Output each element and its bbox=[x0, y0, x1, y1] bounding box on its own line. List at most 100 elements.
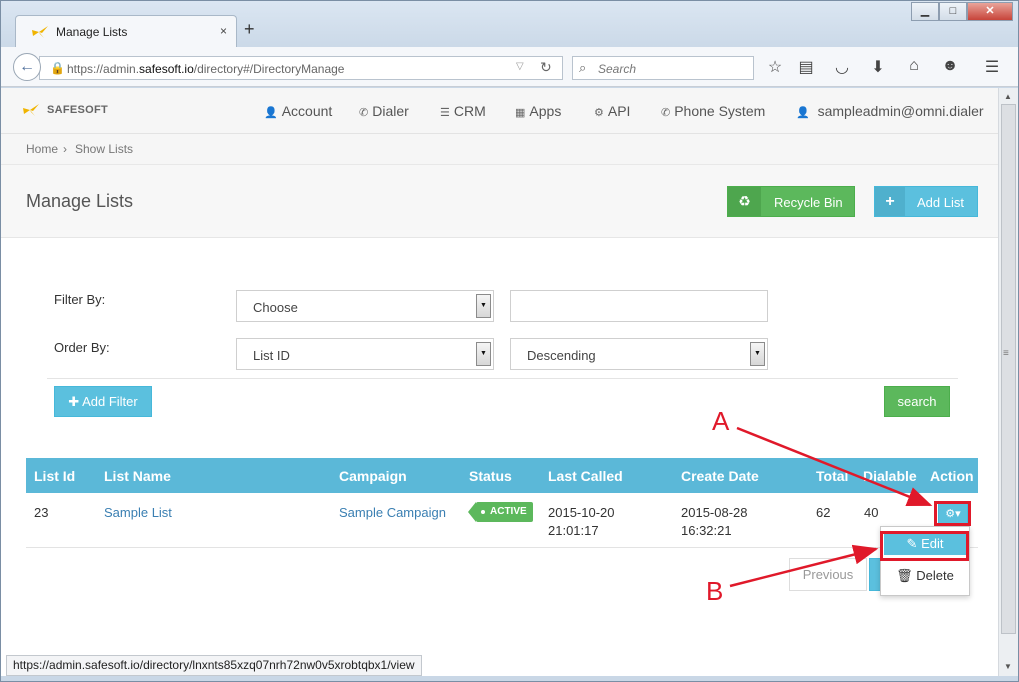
nav-phone-system[interactable]: ✆ Phone System bbox=[661, 103, 765, 119]
nav-crm[interactable]: ☰ CRM bbox=[440, 103, 486, 119]
browser-toolbar: 🔒 https://admin.safesoft.io/directory#/D… bbox=[1, 47, 1018, 87]
download-icon[interactable]: ⬇ bbox=[867, 57, 889, 77]
col-total[interactable]: Total bbox=[816, 468, 848, 484]
scrollbar-grip-icon: ≡ bbox=[1003, 348, 1009, 359]
cell-total: 62 bbox=[816, 505, 831, 520]
trash-icon: 🗑 bbox=[896, 568, 913, 583]
reload-icon[interactable]: ↻ bbox=[540, 59, 552, 76]
grid-icon: ▦ bbox=[515, 107, 526, 119]
page-viewport: SAFESOFT 👤 Account ✆ Dialer ☰ CRM ▦ Apps ⚙ AP… bbox=[1, 88, 998, 676]
home-icon[interactable]: ⌂ bbox=[903, 57, 925, 75]
breadcrumb: Home › Show Lists bbox=[1, 134, 998, 165]
user-icon: 👤 bbox=[264, 107, 278, 119]
highlight-edit-item bbox=[880, 531, 969, 561]
filter-by-label: Filter By: bbox=[54, 292, 106, 307]
status-badge: ACTIVE bbox=[468, 502, 533, 522]
plus-icon: ✚ bbox=[68, 394, 80, 409]
new-tab-button[interactable]: + bbox=[244, 20, 255, 38]
filter-divider bbox=[47, 378, 958, 379]
col-create-date[interactable]: Create Date bbox=[681, 468, 759, 484]
filter-value-input[interactable] bbox=[510, 290, 768, 322]
callout-a: A bbox=[712, 406, 730, 436]
safesoft-logo-icon bbox=[32, 26, 48, 38]
campaign-link[interactable]: Sample Campaign bbox=[339, 504, 446, 522]
scroll-up-icon[interactable]: ▲ bbox=[1004, 92, 1012, 101]
cell-create-date: 2015-08-28 16:32:21 bbox=[681, 505, 748, 538]
cell-list-id: 23 bbox=[34, 505, 49, 520]
chevron-down-icon: ▼ bbox=[476, 342, 491, 366]
gear-icon: ⚙ bbox=[594, 107, 604, 119]
app-navbar: SAFESOFT 👤 Account ✆ Dialer ☰ CRM ▦ Apps ⚙ AP… bbox=[1, 88, 998, 134]
pocket-icon[interactable]: ◡ bbox=[831, 57, 853, 77]
list-icon: ☰ bbox=[440, 107, 450, 119]
nav-apps[interactable]: ▦ Apps bbox=[515, 103, 561, 119]
recycle-icon: ♻ bbox=[728, 187, 761, 216]
browser-window: Manage Lists × + ▁ □ ✕ 🔒 https://admin.s… bbox=[0, 0, 1019, 682]
reading-list-icon[interactable]: ▤ bbox=[795, 57, 817, 77]
user-icon: 👤 bbox=[796, 107, 810, 119]
list-name-link[interactable]: Sample List bbox=[104, 504, 172, 522]
add-list-button[interactable]: + Add List bbox=[874, 186, 978, 217]
col-list-name[interactable]: List Name bbox=[104, 468, 171, 484]
order-direction-select[interactable]: Descending ▼ bbox=[510, 338, 768, 370]
minimize-button[interactable]: ▁ bbox=[911, 2, 939, 21]
lock-icon: 🔒 bbox=[50, 61, 65, 75]
scroll-down-icon[interactable]: ▼ bbox=[1004, 662, 1012, 671]
bookmark-star-icon[interactable]: ☆ bbox=[764, 57, 786, 77]
smiley-icon[interactable]: ☻ bbox=[939, 57, 961, 75]
plus-icon: + bbox=[875, 187, 905, 216]
order-by-label: Order By: bbox=[54, 340, 110, 355]
filter-by-select[interactable]: Choose ▼ bbox=[236, 290, 494, 322]
delete-menu-item[interactable]: 🗑 Delete bbox=[881, 568, 969, 584]
phone-icon: ✆ bbox=[661, 107, 671, 119]
search-icon: ⌕ bbox=[579, 60, 587, 75]
browser-search-input[interactable]: ⌕ Search bbox=[572, 56, 754, 80]
vertical-scrollbar[interactable]: ▲ ≡ ▼ bbox=[998, 88, 1018, 676]
col-list-id[interactable]: List Id bbox=[34, 468, 75, 484]
cell-last-called: 2015-10-20 21:01:17 bbox=[548, 505, 615, 538]
tab-close-icon[interactable]: × bbox=[220, 24, 227, 38]
nav-dialer[interactable]: ✆ Dialer bbox=[359, 103, 409, 119]
back-button[interactable]: ← bbox=[13, 53, 41, 81]
pager-previous-button[interactable]: Previous bbox=[789, 558, 867, 591]
nav-account[interactable]: 👤 Account bbox=[264, 103, 332, 119]
browser-tab[interactable]: Manage Lists × bbox=[15, 15, 237, 47]
page-header: Manage Lists ♻ Recycle Bin + Add List bbox=[1, 165, 998, 238]
scrollbar-thumb[interactable] bbox=[1001, 104, 1016, 634]
breadcrumb-home[interactable]: Home bbox=[26, 142, 58, 156]
nav-api[interactable]: ⚙ API bbox=[594, 103, 630, 119]
breadcrumb-current: Show Lists bbox=[75, 142, 134, 156]
tab-title: Manage Lists bbox=[56, 25, 128, 39]
search-button[interactable]: search bbox=[884, 386, 950, 417]
table-row: 23 Sample List Sample Campaign ACTIVE 20… bbox=[26, 493, 978, 548]
close-button[interactable]: ✕ bbox=[967, 2, 1013, 21]
col-status[interactable]: Status bbox=[469, 468, 512, 484]
page-title: Manage Lists bbox=[26, 191, 134, 211]
col-dialable[interactable]: Dialable bbox=[863, 468, 917, 484]
add-filter-button[interactable]: ✚ Add Filter bbox=[54, 386, 152, 417]
col-campaign[interactable]: Campaign bbox=[339, 468, 407, 484]
chevron-down-icon: ▼ bbox=[750, 342, 765, 366]
brand-name: SAFESOFT bbox=[47, 104, 109, 116]
status-bar-url: https://admin.safesoft.io/directory/lnxn… bbox=[6, 655, 422, 676]
chevron-down-icon: ▼ bbox=[476, 294, 491, 318]
cell-dialable: 40 bbox=[864, 505, 879, 520]
url-bar[interactable]: 🔒 https://admin.safesoft.io/directory#/D… bbox=[39, 56, 563, 80]
breadcrumb-separator: › bbox=[63, 142, 67, 156]
safesoft-logo-icon bbox=[23, 104, 39, 116]
url-text: https://admin.safesoft.io/directory#/Dir… bbox=[67, 62, 345, 76]
maximize-button[interactable]: □ bbox=[939, 2, 967, 21]
window-controls: ▁ □ ✕ bbox=[911, 2, 1013, 22]
phone-icon: ✆ bbox=[359, 107, 369, 119]
brand[interactable]: SAFESOFT bbox=[21, 102, 108, 118]
table-header: List Id List Name Campaign Status Last C… bbox=[26, 458, 978, 493]
order-by-select[interactable]: List ID ▼ bbox=[236, 338, 494, 370]
highlight-action-button bbox=[934, 501, 971, 526]
callout-b: B bbox=[706, 576, 724, 606]
recycle-bin-button[interactable]: ♻ Recycle Bin bbox=[727, 186, 855, 217]
nav-user-account[interactable]: 👤 sampleadmin@omni.dialer bbox=[796, 103, 984, 119]
menu-icon[interactable]: ☰ bbox=[981, 57, 1003, 77]
search-placeholder: Search bbox=[598, 62, 637, 76]
col-last-called[interactable]: Last Called bbox=[548, 468, 623, 484]
url-dropdown-icon[interactable]: ▽ bbox=[516, 61, 524, 72]
